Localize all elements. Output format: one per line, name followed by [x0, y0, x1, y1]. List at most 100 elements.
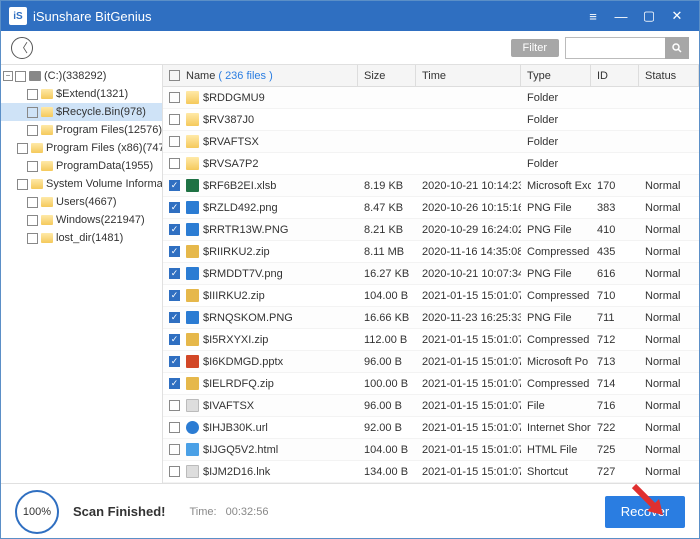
- file-type: Internet Short: [521, 422, 591, 434]
- row-checkbox[interactable]: [169, 158, 180, 169]
- row-checkbox[interactable]: [169, 114, 180, 125]
- row-checkbox[interactable]: [169, 268, 180, 279]
- minimize-button[interactable]: —: [607, 9, 635, 24]
- table-row[interactable]: $RVAFTSXFolder: [163, 131, 699, 153]
- row-checkbox[interactable]: [169, 224, 180, 235]
- file-type: Folder: [521, 92, 591, 104]
- file-time: 2021-01-15 15:01:07: [416, 378, 521, 390]
- table-row[interactable]: $RF6B2EI.xlsb8.19 KB2020-10-21 10:14:23M…: [163, 175, 699, 197]
- row-checkbox[interactable]: [169, 422, 180, 433]
- row-checkbox[interactable]: [169, 202, 180, 213]
- row-checkbox[interactable]: [169, 312, 180, 323]
- tree-item[interactable]: Windows(221947): [1, 211, 162, 229]
- table-row[interactable]: $I6KDMGD.pptx96.00 B2021-01-15 15:01:07M…: [163, 351, 699, 373]
- elapsed-time: Time: 00:32:56: [189, 506, 268, 518]
- checkbox[interactable]: [27, 125, 38, 136]
- collapse-icon[interactable]: −: [3, 71, 13, 81]
- file-name: $IHJB30K.url: [203, 422, 268, 434]
- file-size: 96.00 B: [358, 400, 416, 412]
- file-id: 725: [591, 444, 639, 456]
- row-checkbox[interactable]: [169, 136, 180, 147]
- tree-root[interactable]: − (C:)(338292): [1, 67, 162, 85]
- row-checkbox[interactable]: [169, 444, 180, 455]
- tree-item[interactable]: lost_dir(1481): [1, 229, 162, 247]
- checkbox[interactable]: [27, 197, 38, 208]
- table-row[interactable]: $RZLD492.png8.47 KB2020-10-26 10:15:16PN…: [163, 197, 699, 219]
- file-type-icon: [186, 311, 199, 324]
- tree-item[interactable]: System Volume Information(6): [1, 175, 162, 193]
- row-checkbox[interactable]: [169, 466, 180, 477]
- checkbox[interactable]: [27, 215, 38, 226]
- row-checkbox[interactable]: [169, 356, 180, 367]
- recover-button[interactable]: Recover: [605, 496, 685, 528]
- folder-tree[interactable]: − (C:)(338292) $Extend(1321)$Recycle.Bin…: [1, 65, 163, 483]
- file-id: 716: [591, 400, 639, 412]
- row-checkbox[interactable]: [169, 334, 180, 345]
- search-input[interactable]: [565, 37, 665, 59]
- checkbox[interactable]: [27, 233, 38, 244]
- file-size: 8.19 KB: [358, 180, 416, 192]
- file-status: Normal: [639, 224, 699, 236]
- checkbox[interactable]: [27, 161, 38, 172]
- row-checkbox[interactable]: [169, 92, 180, 103]
- tree-item[interactable]: $Recycle.Bin(978): [1, 103, 162, 121]
- table-row[interactable]: $IHJB30K.url92.00 B2021-01-15 15:01:07In…: [163, 417, 699, 439]
- file-type-icon: [186, 201, 199, 214]
- tree-item[interactable]: Users(4667): [1, 193, 162, 211]
- col-time[interactable]: Time: [416, 65, 521, 86]
- table-row[interactable]: $RVSA7P2Folder: [163, 153, 699, 175]
- row-checkbox[interactable]: [169, 180, 180, 191]
- file-type-icon: [186, 355, 199, 368]
- file-name: $IELRDFQ.zip: [203, 378, 274, 390]
- col-name[interactable]: Name ( 236 files ): [163, 65, 358, 86]
- filter-button[interactable]: Filter: [511, 39, 559, 57]
- tree-item[interactable]: Program Files(12576): [1, 121, 162, 139]
- checkbox[interactable]: [27, 107, 38, 118]
- back-button[interactable]: 〈: [11, 37, 33, 59]
- row-checkbox[interactable]: [169, 400, 180, 411]
- checkbox[interactable]: [15, 71, 26, 82]
- file-type-icon: [186, 377, 199, 390]
- col-id[interactable]: ID: [591, 65, 639, 86]
- checkbox[interactable]: [17, 143, 28, 154]
- file-status: Normal: [639, 246, 699, 258]
- search-button[interactable]: [665, 37, 689, 59]
- table-row[interactable]: $IELRDFQ.zip100.00 B2021-01-15 15:01:07C…: [163, 373, 699, 395]
- file-status: Normal: [639, 422, 699, 434]
- file-name: $RMDDT7V.png: [203, 268, 283, 280]
- table-row[interactable]: $IVAFTSX96.00 B2021-01-15 15:01:07File71…: [163, 395, 699, 417]
- table-row[interactable]: $RRTR13W.PNG8.21 KB2020-10-29 16:24:02PN…: [163, 219, 699, 241]
- row-checkbox[interactable]: [169, 378, 180, 389]
- tree-item[interactable]: ProgramData(1955): [1, 157, 162, 175]
- table-body[interactable]: $RDDGMU9Folder$RV387J0Folder$RVAFTSXFold…: [163, 87, 699, 483]
- table-row[interactable]: $RDDGMU9Folder: [163, 87, 699, 109]
- table-row[interactable]: $RNQSKOM.PNG16.66 KB2020-11-23 16:25:33P…: [163, 307, 699, 329]
- maximize-button[interactable]: ▢: [635, 8, 663, 24]
- menu-icon[interactable]: ≡: [579, 9, 607, 24]
- table-row[interactable]: $IIIRKU2.zip104.00 B2021-01-15 15:01:07C…: [163, 285, 699, 307]
- file-status: Normal: [639, 466, 699, 478]
- file-id: 616: [591, 268, 639, 280]
- table-row[interactable]: $RV387J0Folder: [163, 109, 699, 131]
- file-type-icon: [186, 157, 199, 170]
- col-type[interactable]: Type: [521, 65, 591, 86]
- titlebar: iS iSunshare BitGenius ≡ — ▢ ✕: [1, 1, 699, 31]
- table-row[interactable]: $I5RXYXI.zip112.00 B2021-01-15 15:01:07C…: [163, 329, 699, 351]
- checkbox[interactable]: [17, 179, 28, 190]
- col-size[interactable]: Size: [358, 65, 416, 86]
- tree-item[interactable]: Program Files (x86)(7470): [1, 139, 162, 157]
- table-row[interactable]: $RIIRKU2.zip8.11 MB2020-11-16 14:35:08Co…: [163, 241, 699, 263]
- tree-item[interactable]: $Extend(1321): [1, 85, 162, 103]
- select-all-checkbox[interactable]: [169, 70, 180, 81]
- file-status: Normal: [639, 444, 699, 456]
- checkbox[interactable]: [27, 89, 38, 100]
- col-status[interactable]: Status: [639, 65, 699, 86]
- table-row[interactable]: $RMDDT7V.png16.27 KB2020-10-21 10:07:34P…: [163, 263, 699, 285]
- table-row[interactable]: $IJM2D16.lnk134.00 B2021-01-15 15:01:07S…: [163, 461, 699, 483]
- table-row[interactable]: $IJGQ5V2.html104.00 B2021-01-15 15:01:07…: [163, 439, 699, 461]
- file-type-icon: [186, 289, 199, 302]
- row-checkbox[interactable]: [169, 290, 180, 301]
- close-button[interactable]: ✕: [663, 8, 691, 24]
- row-checkbox[interactable]: [169, 246, 180, 257]
- file-type: Shortcut: [521, 466, 591, 478]
